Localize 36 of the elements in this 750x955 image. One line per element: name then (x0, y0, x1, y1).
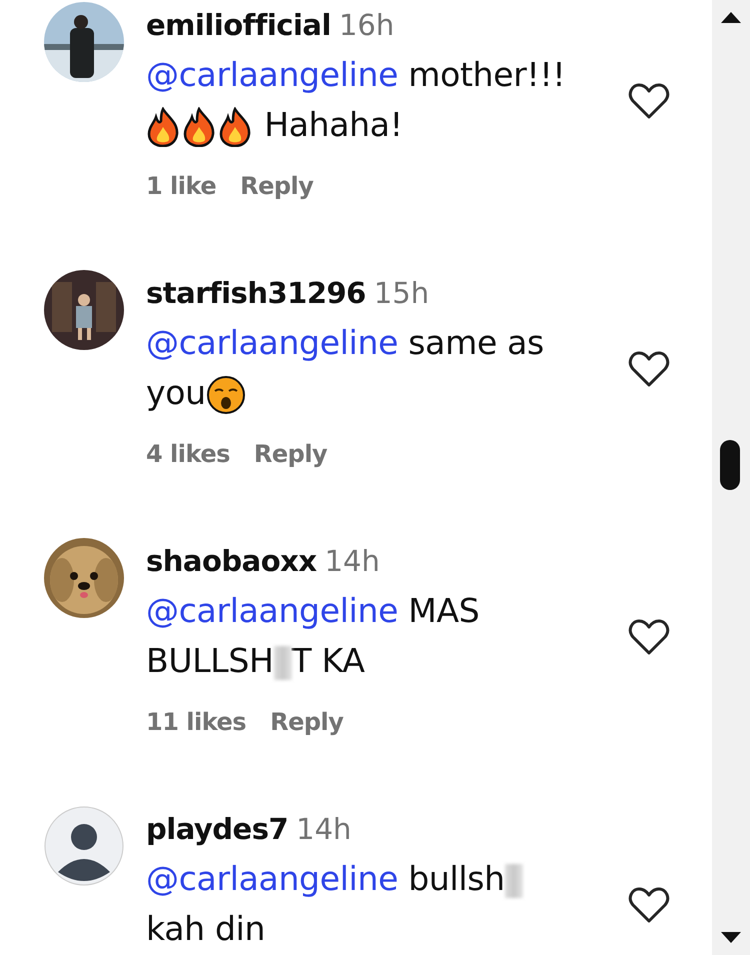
heart-icon[interactable] (628, 618, 670, 656)
fire-icon (218, 106, 252, 147)
fire-icon (182, 106, 216, 147)
scroll-down-arrow-icon[interactable] (719, 931, 743, 945)
heart-icon[interactable] (628, 82, 670, 120)
username[interactable]: starfish31296 (146, 276, 366, 310)
comment-text: @carlaangeline MAS BULLSH T KA (146, 590, 480, 682)
fire-icon (146, 106, 180, 147)
timestamp: 16h (338, 8, 394, 42)
comment-text: @carlaangeline mother!!! Hahaha! (146, 50, 628, 150)
mention-link[interactable]: @carlaangeline (146, 323, 398, 362)
timestamp: 15h (374, 276, 430, 310)
reply-button[interactable]: Reply (270, 708, 344, 736)
heart-icon[interactable] (628, 886, 670, 924)
comment-text: @carlaangeline same as you (146, 318, 628, 418)
mention-link[interactable]: @carlaangeline (146, 55, 398, 94)
like-count[interactable]: 11 likes (146, 708, 246, 736)
censor-mark (274, 646, 292, 680)
comment-text: @carlaangeline bullsh kah din (146, 854, 628, 954)
username[interactable]: playdes7 (146, 812, 288, 846)
default-avatar-icon[interactable] (44, 806, 124, 886)
mention-link[interactable]: @carlaangeline (146, 859, 398, 898)
like-count[interactable]: 4 likes (146, 440, 230, 468)
scrollbar-thumb[interactable] (720, 440, 740, 490)
like-count[interactable]: 1 like (146, 172, 216, 200)
heart-icon[interactable] (628, 350, 670, 388)
reply-button[interactable]: Reply (240, 172, 314, 200)
mention-link[interactable]: @carlaangeline (146, 591, 398, 630)
timestamp: 14h (324, 544, 380, 578)
censor-mark (504, 864, 523, 898)
timestamp: 14h (296, 812, 352, 846)
reply-button[interactable]: Reply (254, 440, 328, 468)
username[interactable]: shaobaoxx (146, 544, 317, 578)
scroll-up-arrow-icon[interactable] (719, 10, 743, 24)
kissing-face-icon (206, 374, 246, 415)
username[interactable]: emiliofficial (146, 8, 331, 42)
